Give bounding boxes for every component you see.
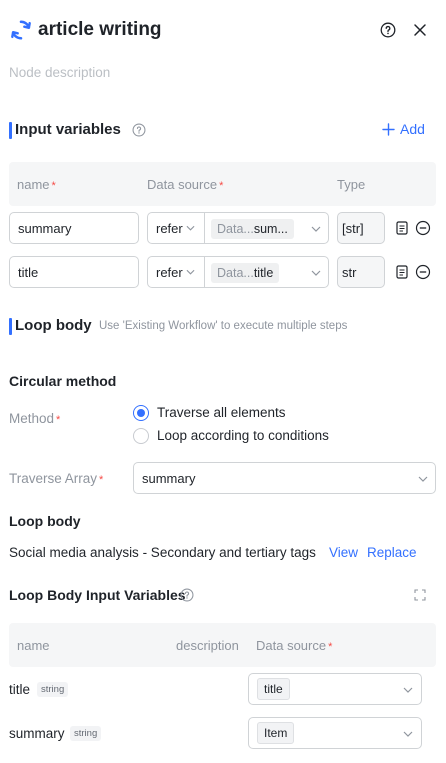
remove-icon[interactable] xyxy=(415,220,431,236)
variable-name-value: title xyxy=(18,264,39,280)
radio-loop-conditions-label[interactable]: Loop according to conditions xyxy=(157,428,329,443)
source-mode-select[interactable]: refer xyxy=(148,213,205,243)
column-name: name * xyxy=(17,177,56,192)
radio-traverse-all[interactable] xyxy=(133,405,149,421)
variable-name-input[interactable]: title xyxy=(9,256,139,288)
radio-traverse-all-label[interactable]: Traverse all elements xyxy=(157,405,286,420)
chevron-down-icon xyxy=(418,476,428,482)
source-mode-value: refer xyxy=(156,264,183,280)
add-variable-button[interactable]: Add xyxy=(382,121,425,137)
source-mode-value: refer xyxy=(156,220,183,236)
circular-method-title: Circular method xyxy=(9,373,117,389)
input-variables-header: name * Data source * Type xyxy=(9,162,436,206)
source-chip: Item xyxy=(257,722,295,744)
column-type: Type xyxy=(337,177,366,192)
section-accent-bar xyxy=(9,122,12,139)
column-data-source: Data source * xyxy=(256,638,333,653)
loop-body-input-variables-header: name description Data source * xyxy=(9,623,436,667)
variable-name-value: summary xyxy=(18,220,72,236)
column-description: description xyxy=(176,638,239,653)
loop-body-subtitle: Loop body xyxy=(9,513,81,529)
document-icon[interactable] xyxy=(396,221,408,235)
close-icon[interactable] xyxy=(411,21,429,39)
document-icon[interactable] xyxy=(396,265,408,279)
source-chip: Data...title xyxy=(211,262,280,283)
loop-variable-source-select[interactable]: title xyxy=(248,673,422,705)
type-tag: string xyxy=(70,726,102,741)
loop-body-input-variables-title: Loop Body Input Variables xyxy=(9,587,186,603)
type-value: [str] xyxy=(342,220,364,236)
help-icon[interactable] xyxy=(132,123,146,137)
chevron-down-icon xyxy=(311,270,321,276)
plus-icon xyxy=(382,122,395,136)
chevron-down-icon xyxy=(186,269,195,275)
chevron-down-icon xyxy=(186,225,195,231)
column-name: name xyxy=(17,638,50,653)
type-field: [str] xyxy=(337,212,385,244)
column-data-source: Data source * xyxy=(147,177,224,192)
help-icon[interactable] xyxy=(380,22,396,38)
input-variables-title: Input variables xyxy=(15,121,121,138)
view-workflow-link[interactable]: View xyxy=(329,545,358,560)
add-label: Add xyxy=(400,121,425,137)
node-description-input[interactable]: Node description xyxy=(9,65,110,80)
data-source-select[interactable]: refer Data...sum... xyxy=(147,212,329,244)
loop-body-title: Loop body xyxy=(15,317,92,334)
method-label: Method * xyxy=(9,411,61,426)
traverse-array-label: Traverse Array * xyxy=(9,471,104,486)
traverse-array-value: summary xyxy=(142,470,196,486)
data-source-select[interactable]: refer Data...title xyxy=(147,256,329,288)
replace-workflow-link[interactable]: Replace xyxy=(367,545,417,560)
variable-name-input[interactable]: summary xyxy=(9,212,139,244)
chevron-down-icon xyxy=(403,731,413,737)
radio-loop-conditions[interactable] xyxy=(133,428,149,444)
workflow-name: Social media analysis - Secondary and te… xyxy=(9,545,316,560)
type-tag: string xyxy=(37,682,69,697)
source-chip: Data...sum... xyxy=(211,218,294,239)
type-field: str xyxy=(337,256,385,288)
loop-body-hint: Use 'Existing Workflow' to execute multi… xyxy=(99,320,348,332)
chevron-down-icon xyxy=(403,687,413,693)
refresh-icon xyxy=(11,20,31,40)
loop-variable-name: title xyxy=(9,682,31,697)
help-icon[interactable] xyxy=(180,588,194,602)
source-mode-select[interactable]: refer xyxy=(148,257,205,287)
expand-icon[interactable] xyxy=(414,589,426,601)
node-title[interactable]: article writing xyxy=(38,19,162,41)
source-chip: title xyxy=(257,678,290,700)
chevron-down-icon xyxy=(311,226,321,232)
section-accent-bar xyxy=(9,318,12,335)
remove-icon[interactable] xyxy=(415,264,431,280)
loop-variable-name: summary xyxy=(9,726,65,741)
traverse-array-select[interactable]: summary xyxy=(133,462,436,494)
loop-variable-source-select[interactable]: Item xyxy=(248,717,422,749)
type-value: str xyxy=(342,264,357,280)
